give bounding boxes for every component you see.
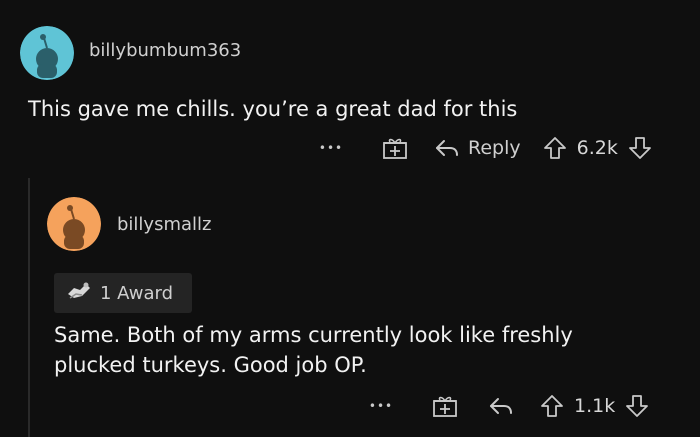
snoo-avatar-icon xyxy=(47,197,101,251)
upvote-arrow-icon[interactable] xyxy=(543,136,567,160)
comment-actions: ••• Reply 6.2k xyxy=(316,133,652,163)
reply-arrow-icon xyxy=(490,398,512,414)
comment-text-line-2: plucked turkeys. Good job OP. xyxy=(54,353,367,377)
reply-button[interactable]: Reply xyxy=(434,137,521,159)
more-options-icon[interactable]: ••• xyxy=(316,141,346,155)
gift-icon[interactable] xyxy=(382,136,408,160)
reply-label: Reply xyxy=(468,137,521,159)
award-badge[interactable]: 1 Award xyxy=(54,273,192,313)
helping-hand-award-icon xyxy=(66,280,92,306)
comment-actions: ••• 1.1k xyxy=(366,391,649,421)
award-label: 1 Award xyxy=(100,282,174,304)
avatar[interactable] xyxy=(20,26,74,80)
snoo-avatar-icon xyxy=(20,26,74,80)
avatar[interactable] xyxy=(47,197,101,251)
reply-arrow-icon xyxy=(436,140,458,156)
vote-score: 1.1k xyxy=(574,395,616,417)
downvote-arrow-icon[interactable] xyxy=(625,394,649,418)
thread-line[interactable] xyxy=(28,178,30,437)
vote-score: 6.2k xyxy=(576,137,618,159)
comment-thread: billybumbum363 This gave me chills. you’… xyxy=(0,0,700,437)
comment-author[interactable]: billybumbum363 xyxy=(89,40,241,61)
upvote-arrow-icon[interactable] xyxy=(540,394,564,418)
comment-text-line-1: Same. Both of my arms currently look lik… xyxy=(54,323,573,347)
comment-text: This gave me chills. you’re a great dad … xyxy=(28,97,518,121)
more-options-icon[interactable]: ••• xyxy=(366,399,396,413)
gift-icon[interactable] xyxy=(432,394,458,418)
reply-button[interactable] xyxy=(488,396,514,416)
comment-author[interactable]: billysmallz xyxy=(117,214,211,235)
downvote-arrow-icon[interactable] xyxy=(628,136,652,160)
